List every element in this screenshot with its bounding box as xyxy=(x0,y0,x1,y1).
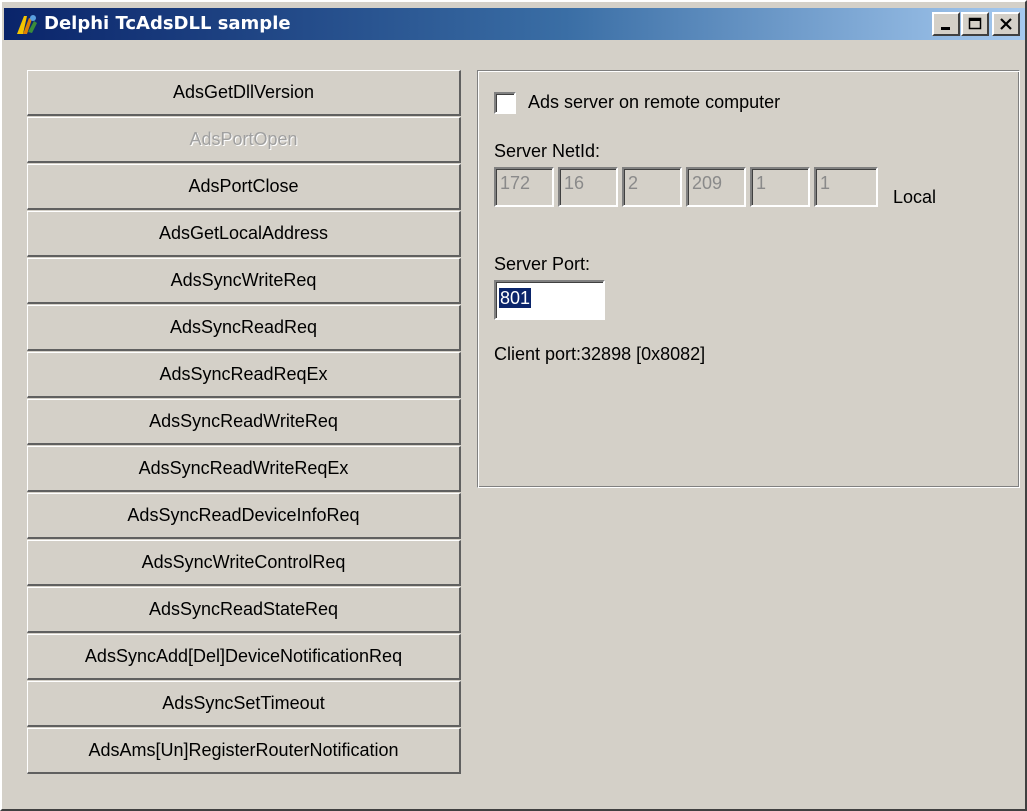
remote-server-label[interactable]: Ads server on remote computer xyxy=(528,92,780,113)
netid-octet-3-field[interactable]: 2 xyxy=(622,167,682,207)
client-port-text: Client port:32898 [0x8082] xyxy=(494,344,706,364)
minimize-button[interactable] xyxy=(932,12,960,36)
netid-octet-1-field[interactable]: 172 xyxy=(494,167,554,207)
ads-get-local-address-button[interactable]: AdsGetLocalAddress xyxy=(27,211,461,257)
netid-octet-4-field[interactable]: 209 xyxy=(686,167,746,207)
title-bar[interactable]: Delphi TcAdsDLL sample xyxy=(4,8,1025,40)
maximize-button[interactable] xyxy=(961,12,989,36)
ads-sync-read-req-ex-button[interactable]: AdsSyncReadReqEx xyxy=(27,352,461,398)
ads-sync-read-device-info-req-button[interactable]: AdsSyncReadDeviceInfoReq xyxy=(27,493,461,539)
ads-sync-set-timeout-button[interactable]: AdsSyncSetTimeout xyxy=(27,681,461,727)
server-port-value: 801 xyxy=(499,288,532,308)
server-port-input[interactable]: 801 xyxy=(494,280,605,320)
close-button[interactable] xyxy=(992,12,1020,36)
ads-sync-read-state-req-button[interactable]: AdsSyncReadStateReq xyxy=(27,587,461,633)
app-icon xyxy=(14,12,40,36)
close-icon xyxy=(1000,18,1012,30)
netid-octet-2-field[interactable]: 16 xyxy=(558,167,618,207)
window-title: Delphi TcAdsDLL sample xyxy=(44,13,291,34)
ads-ams-register-router-notification-button[interactable]: AdsAms[Un]RegisterRouterNotification xyxy=(27,728,461,774)
minimize-icon xyxy=(941,27,950,30)
server-port-label: Server Port: xyxy=(494,254,591,274)
remote-server-checkbox[interactable] xyxy=(494,92,516,114)
netid-octet-6-field[interactable]: 1 xyxy=(814,167,878,207)
maximize-icon xyxy=(968,17,982,30)
ads-sync-read-write-req-ex-button[interactable]: AdsSyncReadWriteReqEx xyxy=(27,446,461,492)
netid-octet-5-field[interactable]: 1 xyxy=(750,167,810,207)
ads-get-dll-version-button[interactable]: AdsGetDllVersion xyxy=(27,70,461,116)
ads-sync-write-control-req-button[interactable]: AdsSyncWriteControlReq xyxy=(27,540,461,586)
local-label: Local xyxy=(893,187,937,207)
ads-sync-read-write-req-button[interactable]: AdsSyncReadWriteReq xyxy=(27,399,461,445)
ads-port-close-button[interactable]: AdsPortClose xyxy=(27,164,461,210)
ads-sync-write-req-button[interactable]: AdsSyncWriteReq xyxy=(27,258,461,304)
ads-port-open-button[interactable]: AdsPortOpen xyxy=(27,117,461,163)
connection-settings-panel xyxy=(477,70,1020,488)
ads-sync-read-req-button[interactable]: AdsSyncReadReq xyxy=(27,305,461,351)
ads-sync-device-notification-req-button[interactable]: AdsSyncAdd[Del]DeviceNotificationReq xyxy=(27,634,461,680)
server-netid-label: Server NetId: xyxy=(494,141,601,161)
